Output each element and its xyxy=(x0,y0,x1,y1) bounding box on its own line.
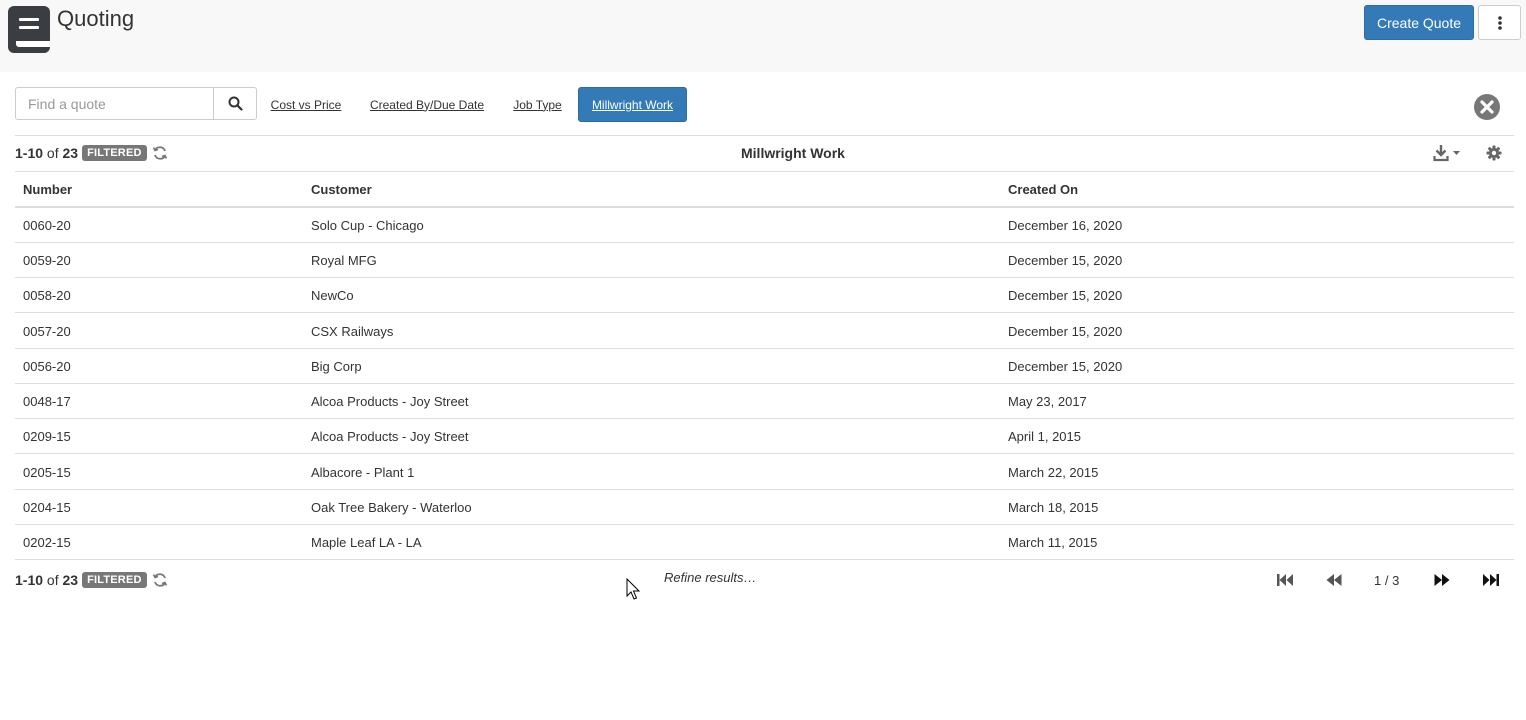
refresh-icon[interactable] xyxy=(152,145,168,161)
cell-created-on: December 15, 2020 xyxy=(1008,359,1123,374)
page-title: Quoting xyxy=(57,6,135,31)
gear-icon[interactable] xyxy=(1486,145,1502,161)
cell-created-on: March 22, 2015 xyxy=(1008,465,1099,480)
cell-created-on: March 18, 2015 xyxy=(1008,500,1099,515)
result-count: 1-10 of 23 FILTERED xyxy=(15,145,168,161)
result-range: 1-10 xyxy=(15,572,44,588)
table-row[interactable]: 0060-20 Solo Cup - Chicago December 16, … xyxy=(15,208,1514,243)
tab-cost-vs-price[interactable]: Cost vs Price xyxy=(265,87,347,122)
app-menu-icon[interactable] xyxy=(8,6,50,53)
cell-number: 0060-20 xyxy=(23,218,71,233)
result-range: 1-10 xyxy=(15,145,44,161)
cell-customer: Maple Leaf LA - LA xyxy=(311,535,422,550)
list-title: Millwright Work xyxy=(741,145,845,161)
table-row[interactable]: 0205-15 Albacore - Plant 1 March 22, 201… xyxy=(15,455,1514,490)
column-header-number[interactable]: Number xyxy=(23,182,72,197)
cell-created-on: December 16, 2020 xyxy=(1008,218,1123,233)
last-page-icon[interactable] xyxy=(1482,573,1500,587)
cell-customer: Solo Cup - Chicago xyxy=(311,218,424,233)
cell-number: 0056-20 xyxy=(23,359,71,374)
page-indicator: 1 / 3 xyxy=(1374,573,1400,588)
table-row[interactable]: 0202-15 Maple Leaf LA - LA March 11, 201… xyxy=(15,525,1514,560)
result-of: of xyxy=(46,145,59,161)
search-icon xyxy=(228,96,243,111)
vertical-dots-icon xyxy=(1497,15,1502,30)
divider xyxy=(15,135,1514,136)
table-row[interactable]: 0209-15 Alcoa Products - Joy Street Apri… xyxy=(15,419,1514,454)
table-header: Number Customer Created On xyxy=(15,172,1514,208)
cell-customer: Big Corp xyxy=(311,359,362,374)
table-row[interactable]: 0058-20 NewCo December 15, 2020 xyxy=(15,278,1514,313)
close-circle-icon[interactable] xyxy=(1473,93,1501,121)
cell-number: 0209-15 xyxy=(23,429,71,444)
cell-created-on: December 15, 2020 xyxy=(1008,288,1123,303)
tab-millwright-work[interactable]: Millwright Work xyxy=(578,87,687,122)
filtered-badge: FILTERED xyxy=(82,145,147,161)
cell-created-on: May 23, 2017 xyxy=(1008,394,1087,409)
cell-customer: Alcoa Products - Joy Street xyxy=(311,429,469,444)
cell-number: 0057-20 xyxy=(23,324,71,339)
cell-customer: NewCo xyxy=(311,288,354,303)
search-button[interactable] xyxy=(213,87,257,120)
table-row[interactable]: 0204-15 Oak Tree Bakery - Waterloo March… xyxy=(15,490,1514,525)
previous-page-icon[interactable] xyxy=(1325,573,1343,587)
refresh-icon[interactable] xyxy=(152,572,168,588)
download-icon[interactable] xyxy=(1433,144,1465,162)
column-header-customer[interactable]: Customer xyxy=(311,182,372,197)
search-input[interactable] xyxy=(15,87,214,120)
more-options-button[interactable] xyxy=(1478,5,1521,40)
column-header-created-on[interactable]: Created On xyxy=(1008,182,1078,197)
cell-customer: Albacore - Plant 1 xyxy=(311,465,415,480)
cell-created-on: December 15, 2020 xyxy=(1008,324,1123,339)
result-total: 23 xyxy=(62,145,79,161)
tab-job-type[interactable]: Job Type xyxy=(507,87,568,122)
table-row[interactable]: 0059-20 Royal MFG December 15, 2020 xyxy=(15,243,1514,278)
next-page-icon[interactable] xyxy=(1433,573,1451,587)
result-of: of xyxy=(46,572,59,588)
create-quote-button[interactable]: Create Quote xyxy=(1364,5,1474,40)
cell-customer: CSX Railways xyxy=(311,324,394,339)
cell-customer: Oak Tree Bakery - Waterloo xyxy=(311,500,472,515)
table-row[interactable]: 0048-17 Alcoa Products - Joy Street May … xyxy=(15,384,1514,419)
filtered-badge: FILTERED xyxy=(82,572,147,588)
result-total: 23 xyxy=(62,572,79,588)
refine-results-link[interactable]: Refine results… xyxy=(664,570,756,585)
cell-customer: Royal MFG xyxy=(311,253,377,268)
mouse-cursor-icon xyxy=(626,578,641,600)
first-page-icon[interactable] xyxy=(1276,573,1294,587)
cell-number: 0202-15 xyxy=(23,535,71,550)
cell-created-on: March 11, 2015 xyxy=(1008,535,1098,550)
top-bar xyxy=(0,0,1526,72)
cell-customer: Alcoa Products - Joy Street xyxy=(311,394,469,409)
cell-number: 0205-15 xyxy=(23,465,71,480)
cell-created-on: December 15, 2020 xyxy=(1008,253,1123,268)
table-row[interactable]: 0056-20 Big Corp December 15, 2020 xyxy=(15,349,1514,384)
cell-number: 0204-15 xyxy=(23,500,71,515)
cell-number: 0048-17 xyxy=(23,394,71,409)
cell-number: 0059-20 xyxy=(23,253,71,268)
table-row[interactable]: 0057-20 CSX Railways December 15, 2020 xyxy=(15,314,1514,349)
result-count-footer: 1-10 of 23 FILTERED xyxy=(15,572,168,588)
cell-number: 0058-20 xyxy=(23,288,71,303)
tab-created-by-due-date[interactable]: Created By/Due Date xyxy=(366,87,488,122)
cell-created-on: April 1, 2015 xyxy=(1008,429,1081,444)
